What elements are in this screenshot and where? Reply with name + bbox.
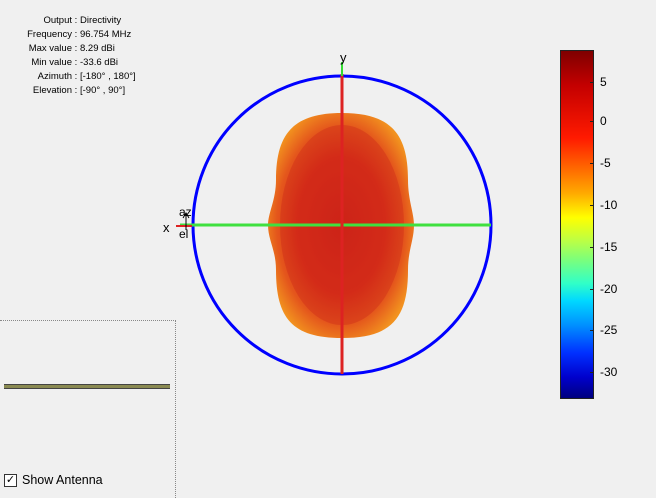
colorbar-tick-label: -5 [600, 156, 611, 170]
checkbox-box[interactable]: ✓ [4, 473, 17, 487]
colorbar-tick-label: -30 [600, 365, 618, 379]
antenna-preview-panel [0, 320, 176, 498]
colorbar [560, 50, 594, 399]
show-antenna-checkbox[interactable]: ✓ Show Antenna [4, 473, 103, 487]
y-axis-label: y [340, 50, 347, 65]
x-axis-label: x [163, 220, 170, 235]
el-label: el [179, 227, 188, 241]
colorbar-tick-label: 0 [600, 114, 607, 128]
check-icon: ✓ [5, 473, 16, 486]
colorbar-tick-label: -10 [600, 198, 618, 212]
show-antenna-label: Show Antenna [22, 473, 103, 487]
az-label: az [179, 205, 192, 219]
colorbar-tick-label: 5 [600, 75, 607, 89]
antenna-geometry [4, 384, 170, 389]
colorbar-tick-label: -25 [600, 323, 618, 337]
colorbar-tick-label: -20 [600, 282, 618, 296]
colorbar-tick-label: -15 [600, 240, 618, 254]
